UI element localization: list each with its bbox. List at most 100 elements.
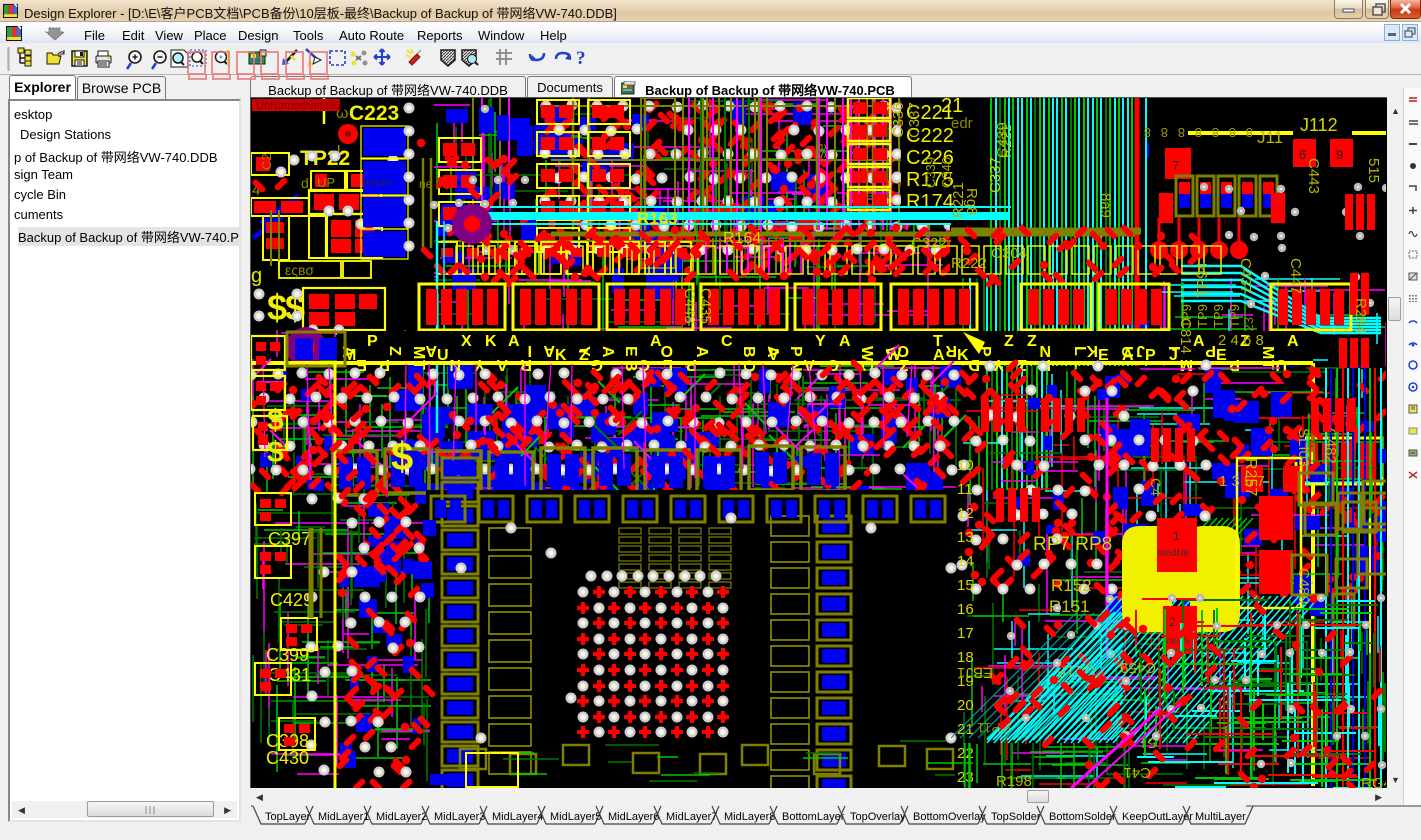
svg-text:MidLayer3: MidLayer3 xyxy=(434,811,485,823)
svg-text:TP94: TP94 xyxy=(1194,262,1211,298)
svg-text:C814: C814 xyxy=(1177,318,1194,354)
svg-text:?: ? xyxy=(576,48,586,69)
svg-text:R152: R152 xyxy=(1051,576,1092,595)
svg-text:1: 1 xyxy=(1173,529,1180,543)
svg-text:8: 8 xyxy=(1195,125,1202,140)
svg-text:Y: Y xyxy=(815,333,826,350)
svg-text:8: 8 xyxy=(1144,125,1151,140)
svg-text:R222: R222 xyxy=(951,255,987,272)
svg-text:A: A xyxy=(425,342,437,359)
svg-text:J: J xyxy=(1136,342,1145,359)
svg-text:MidLayer8: MidLayer8 xyxy=(724,811,775,823)
svg-text:R164: R164 xyxy=(723,230,761,247)
svg-text:A: A xyxy=(508,333,520,350)
svg-text:C431: C431 xyxy=(268,665,311,685)
svg-text:14: 14 xyxy=(957,553,974,570)
svg-text:se: se xyxy=(813,143,829,158)
svg-text:A: A xyxy=(1287,333,1299,350)
svg-text:C340: C340 xyxy=(939,157,954,188)
svg-text:10: 10 xyxy=(957,457,974,474)
svg-text:K: K xyxy=(485,333,497,350)
svg-text:$: $ xyxy=(391,435,413,479)
svg-text:A: A xyxy=(543,342,555,359)
svg-text:MidLayer7: MidLayer7 xyxy=(666,811,717,823)
svg-text:medN: medN xyxy=(363,177,392,189)
svg-text:KeepOutLayer: KeepOutLayer xyxy=(1122,811,1193,823)
svg-text:17: 17 xyxy=(957,625,974,642)
svg-text:R: R xyxy=(945,342,957,359)
svg-text:C41: C41 xyxy=(1123,764,1151,781)
svg-text:C223: C223 xyxy=(349,102,399,125)
svg-text:Z: Z xyxy=(1027,333,1037,350)
svg-text:8: 8 xyxy=(1178,125,1185,140)
svg-text:18: 18 xyxy=(957,649,974,666)
svg-text:TP9: TP9 xyxy=(1211,304,1226,328)
svg-text:R198: R198 xyxy=(996,773,1032,788)
svg-text:C337: C337 xyxy=(987,157,1004,193)
svg-text:E: E xyxy=(622,346,639,357)
svg-text:C480: C480 xyxy=(1295,568,1312,604)
svg-text:C2: C2 xyxy=(259,153,274,170)
svg-text:C459: C459 xyxy=(1120,659,1156,676)
svg-text:MidLayer2: MidLayer2 xyxy=(376,811,427,823)
svg-text:C337: C337 xyxy=(906,102,923,138)
svg-text:MidLayer4: MidLayer4 xyxy=(492,811,543,823)
svg-text:TopOverlay: TopOverlay xyxy=(850,811,906,823)
svg-text:J112: J112 xyxy=(1300,115,1338,135)
svg-text:C336: C336 xyxy=(890,102,907,138)
svg-text:7: 7 xyxy=(1172,158,1179,173)
svg-text:MultiLayer: MultiLayer xyxy=(1195,811,1246,823)
svg-text:MidLayer5: MidLayer5 xyxy=(550,811,601,823)
svg-text:2 4 6 8: 2 4 6 8 xyxy=(1218,332,1264,349)
svg-text:TopSolder: TopSolder xyxy=(991,811,1041,823)
svg-text:εςвσ: εςвσ xyxy=(285,262,314,278)
svg-text:C4: C4 xyxy=(1148,478,1164,496)
svg-text:289: 289 xyxy=(1382,138,1386,163)
svg-text:M: M xyxy=(410,346,427,359)
svg-text:8: 8 xyxy=(1229,125,1236,140)
svg-text:TP9: TP9 xyxy=(1195,304,1210,328)
svg-text:BottomOverlay: BottomOverlay xyxy=(913,811,986,823)
svg-text:P: P xyxy=(787,346,804,357)
svg-text:RP7 RP8: RP7 RP8 xyxy=(1033,534,1112,555)
svg-text:P: P xyxy=(367,333,378,350)
svg-text:C429: C429 xyxy=(270,590,313,610)
svg-text:A: A xyxy=(839,333,851,350)
svg-text:BottomLayer: BottomLayer xyxy=(782,811,845,823)
svg-text:TP9: TP9 xyxy=(1227,304,1242,328)
svg-text:8: 8 xyxy=(1246,125,1253,140)
svg-text:C435: C435 xyxy=(697,288,714,324)
svg-text:8: 8 xyxy=(1212,125,1219,140)
svg-text:C304: C304 xyxy=(991,245,1027,262)
svg-text:16: 16 xyxy=(957,601,974,618)
svg-text:R163: R163 xyxy=(637,209,678,228)
svg-text:12: 12 xyxy=(957,505,974,522)
svg-text:K: K xyxy=(1086,342,1098,359)
svg-text:B: B xyxy=(740,346,757,358)
svg-text:$: $ xyxy=(267,404,284,437)
svg-text:g: g xyxy=(251,265,262,287)
svg-text:11: 11 xyxy=(957,481,973,498)
svg-text:1 3 5 7: 1 3 5 7 xyxy=(1219,473,1265,490)
svg-text:BottomSolder: BottomSolder xyxy=(1049,811,1116,823)
svg-text:L: L xyxy=(1071,346,1088,356)
svg-text:C439: C439 xyxy=(994,122,1011,158)
svg-text:8a9: 8a9 xyxy=(1097,193,1114,218)
svg-text:C443: C443 xyxy=(1305,158,1322,194)
svg-text:A: A xyxy=(650,333,662,350)
svg-text:15: 15 xyxy=(957,577,974,594)
svg-text:EBJ1: EBJ1 xyxy=(957,664,993,681)
svg-text:Rg8: Rg8 xyxy=(963,188,980,216)
svg-text:Z: Z xyxy=(386,346,403,356)
svg-text:ne: ne xyxy=(419,177,433,191)
svg-text:TopLayer: TopLayer xyxy=(265,811,311,823)
svg-text:8: 8 xyxy=(1161,125,1168,140)
svg-text:C339: C339 xyxy=(923,157,938,188)
svg-text:C437: C437 xyxy=(1237,258,1254,294)
svg-text:X: X xyxy=(461,333,472,350)
svg-text:R174: R174 xyxy=(906,191,954,213)
svg-text:C447: C447 xyxy=(1287,258,1304,294)
svg-text:medNe: medNe xyxy=(1157,548,1190,559)
svg-text:C322: C322 xyxy=(911,235,947,252)
svg-text:d: d xyxy=(301,175,309,191)
